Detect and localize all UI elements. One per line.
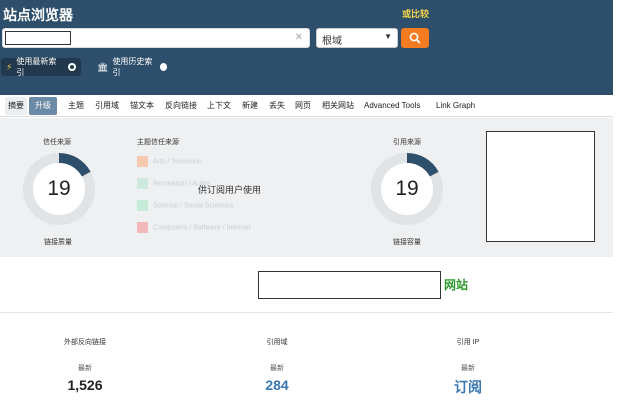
stat-ref-domains: 引用域 最新 284 — [247, 337, 307, 393]
topic-item: Computers / Software / Internet — [137, 222, 250, 233]
chevron-down-icon: ▼ — [384, 32, 392, 41]
index-history-label: 使用历史索引 — [112, 57, 153, 77]
stat-label: 引用域 — [266, 339, 288, 346]
tab-bar: 摘要 升级 主题 引用域 锚文本 反向链接 上下文 新建 丢失 网页 相关网站 … — [0, 95, 613, 117]
site-label: 网站 — [444, 278, 469, 292]
app-title: 站点浏览器 — [3, 7, 73, 23]
stat-sub: 最新 — [270, 365, 284, 372]
radio-icon — [159, 63, 167, 71]
clear-icon[interactable]: ✕ — [295, 32, 303, 43]
tab-context[interactable]: 上下文 — [207, 97, 231, 115]
redacted-site-url — [258, 271, 441, 299]
redacted-url — [5, 31, 71, 45]
stat-label: 引用 IP — [456, 339, 480, 346]
tab-ref-domains[interactable]: 引用域 — [95, 97, 119, 115]
tab-topics[interactable]: 主题 — [68, 97, 84, 115]
url-input[interactable]: ✕ — [2, 28, 310, 48]
stat-sub: 最新 — [78, 365, 92, 372]
tab-pages[interactable]: 网页 — [295, 97, 311, 115]
stat-value: 1,526 — [67, 377, 103, 393]
stat-ref-ips: 引用 IP 最新 订阅 — [438, 337, 498, 397]
index-new-option[interactable]: ⚡ 使用最新索引 — [1, 57, 81, 77]
search-button[interactable] — [401, 28, 429, 48]
topical-trust-title: 主题信任来源 — [137, 139, 179, 146]
topic-swatch — [137, 200, 148, 211]
citation-flow-value: 19 — [395, 177, 419, 200]
tab-anchor-text[interactable]: 锚文本 — [130, 97, 154, 115]
tab-advanced-tools[interactable]: Advanced Tools — [364, 97, 420, 115]
topic-swatch — [137, 178, 148, 189]
tab-related-sites[interactable]: 相关网站 — [322, 97, 354, 115]
trust-flow-gauge: 19 — [21, 151, 97, 227]
trust-flow-value: 19 — [47, 177, 71, 200]
stat-value[interactable]: 284 — [247, 377, 307, 393]
tab-link-graph[interactable]: Link Graph — [436, 97, 475, 115]
header-bar: 站点浏览器 或比较 ✕ 根域 ▼ ⚡ 使用最新索引 🏛 使用历史索引 — [0, 0, 613, 95]
tab-new[interactable]: 新建 — [242, 97, 258, 115]
trust-source-caption: 链接质量 — [44, 239, 72, 246]
search-icon — [409, 32, 421, 44]
tab-summary[interactable]: 摘要 — [5, 97, 27, 115]
thumbnail-placeholder — [486, 131, 595, 242]
stat-sub: 最新 — [461, 365, 475, 372]
tab-upgrade[interactable]: 升级 — [29, 97, 57, 115]
radio-selected-icon — [68, 63, 76, 71]
topic-swatch — [137, 156, 148, 167]
stat-external-backlinks: 外部反向链接 最新 1,526 — [55, 337, 115, 393]
topic-item: Arts / Television — [137, 156, 202, 167]
trust-source-title: 信任来源 — [43, 139, 71, 146]
citation-flow-gauge: 19 — [369, 151, 445, 227]
bank-icon: 🏛 — [97, 61, 109, 72]
compare-link[interactable]: 或比较 — [402, 7, 429, 20]
tab-backlinks[interactable]: 反向链接 — [165, 97, 197, 115]
index-new-label: 使用最新索引 — [16, 57, 57, 77]
citation-source-title: 引用来源 — [393, 139, 421, 146]
topic-item: Science / Social Sciences — [137, 200, 233, 211]
citation-source-caption: 链接容量 — [393, 239, 421, 246]
index-history-option[interactable]: 🏛 使用历史索引 — [92, 57, 172, 77]
scope-select-value: 根域 — [322, 36, 342, 47]
topic-swatch — [137, 222, 148, 233]
lightning-icon: ⚡ — [6, 61, 13, 72]
tab-lost[interactable]: 丢失 — [269, 97, 285, 115]
scope-select[interactable]: 根域 ▼ — [316, 28, 398, 48]
stat-label: 外部反向链接 — [64, 339, 106, 346]
subscriber-only-notice: 供订阅用户使用 — [198, 185, 262, 195]
stat-value[interactable]: 订阅 — [438, 377, 498, 397]
divider — [0, 312, 613, 313]
